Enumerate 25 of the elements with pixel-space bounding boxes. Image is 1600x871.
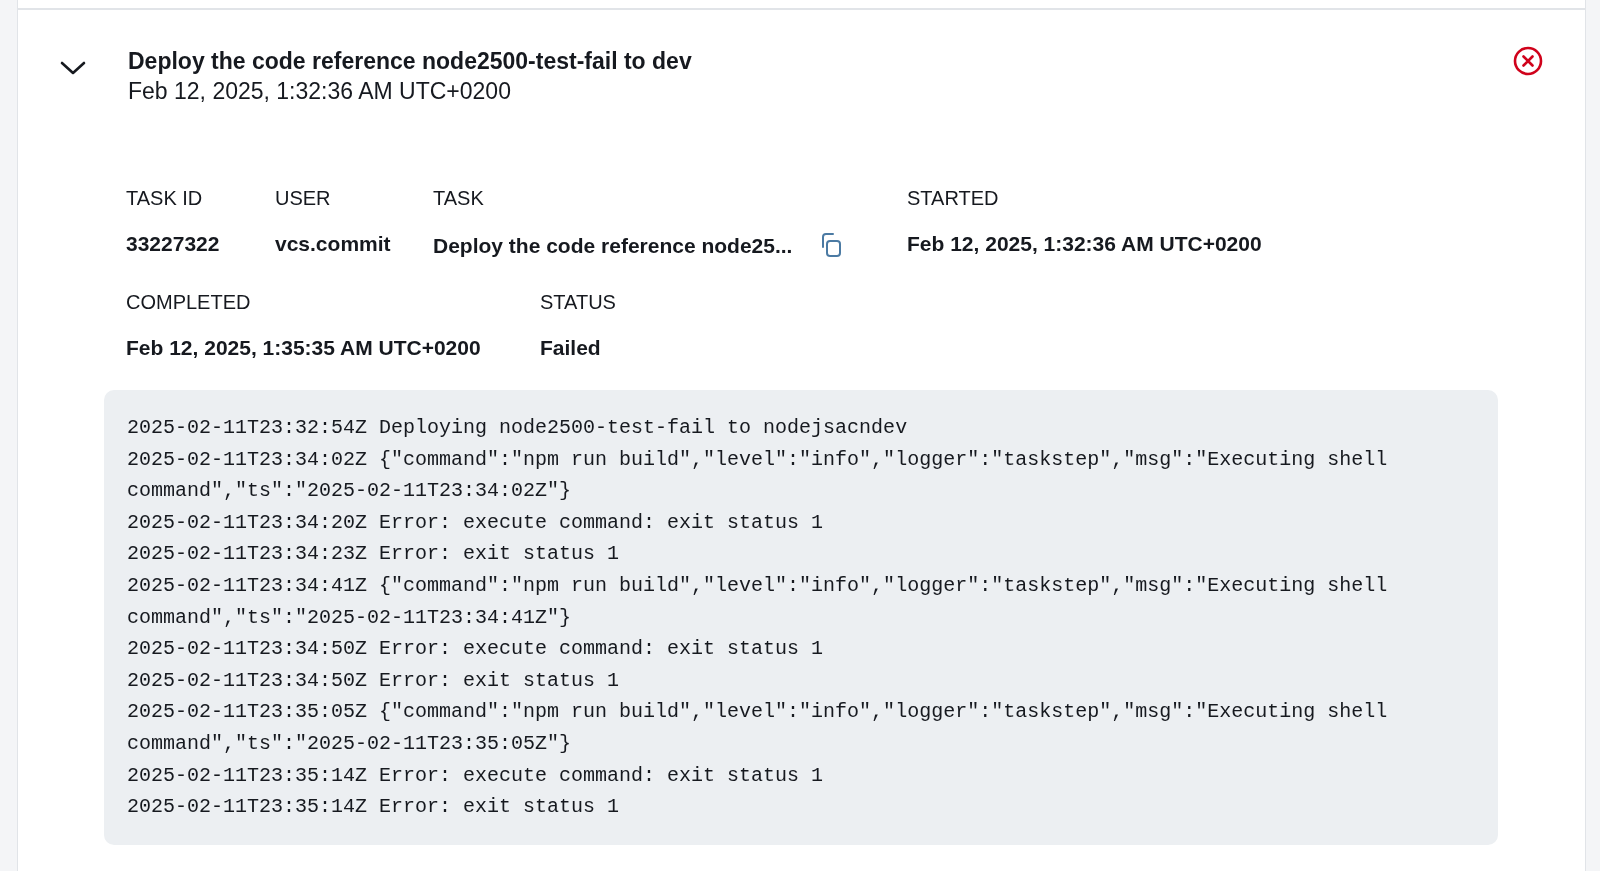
log-line: 2025-02-11T23:34:20Z Error: execute command: exit status 1	[127, 509, 825, 536]
log-line: 2025-02-11T23:32:54Z Deploying node2500-test-fail to nodejsacndev	[127, 415, 909, 441]
field-label: STARTED	[907, 186, 1000, 210]
log-line: 2025-02-11T23:34:50Z Error: exit status 1	[127, 667, 621, 694]
log-line: 2025-02-11T23:35:14Z Error: execute command: exit status 1	[127, 762, 825, 789]
field-value: Deploy the code reference node25...	[433, 234, 793, 258]
log-line: 2025-02-11T23:34:50Z Error: execute command: exit status 1	[127, 636, 825, 663]
field-label: USER	[275, 186, 332, 210]
field-value: Feb 12, 2025, 1:35:35 AM UTC+0200	[126, 336, 481, 360]
log-line: 2025-02-11T23:34:41Z {"command":"npm run build","level":"info","logger":"taskstep","msg":"Executing shell command","ts":"2025-02-11T23:34:41Z"}	[127, 572, 1389, 631]
field-value: Failed	[540, 336, 601, 360]
error-icon	[1513, 46, 1543, 76]
log-line: 2025-02-11T23:34:23Z Error: exit status 1	[127, 541, 621, 568]
log-line: 2025-02-11T23:35:05Z {"command":"npm run build","level":"info","logger":"taskstep","msg":"Executing shell command","ts":"2025-02-11T23:35:05Z"}	[127, 699, 1389, 757]
field-label: COMPLETED	[126, 290, 252, 314]
field-value: vcs.commit	[275, 232, 391, 256]
field-label: TASK	[433, 186, 485, 210]
field-label: TASK ID	[126, 186, 204, 210]
log-line: 2025-02-11T23:35:14Z Error: exit status 1	[127, 794, 621, 821]
task-title: Deploy the code reference node2500-test-fail to dev	[128, 47, 693, 76]
field-value: 33227322	[126, 232, 220, 256]
log-line: 2025-02-11T23:34:02Z {"command":"npm run build","level":"info","logger":"taskstep","msg":"Executing shell command","ts":"2025-02-11T23:34:02Z"}	[127, 446, 1389, 505]
task-timestamp: Feb 12, 2025, 1:32:36 AM UTC+0200	[128, 77, 512, 106]
field-label: STATUS	[540, 290, 617, 314]
field-value: Feb 12, 2025, 1:32:36 AM UTC+0200	[907, 232, 1262, 256]
